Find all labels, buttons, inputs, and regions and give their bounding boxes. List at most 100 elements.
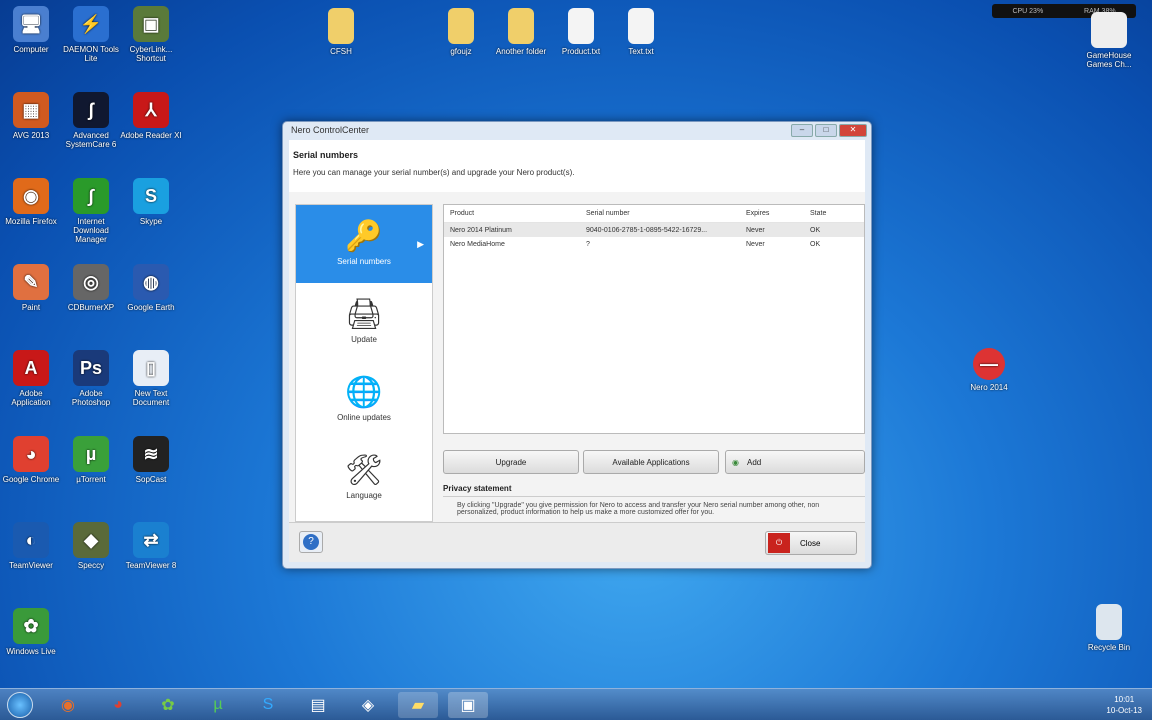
col-product[interactable]: Product [450, 210, 586, 217]
taskbar-skype[interactable]: S [248, 692, 288, 718]
title-bar[interactable]: Nero ControlCenter – □ ✕ [283, 122, 871, 140]
desktop-file[interactable]: Product.txt [550, 8, 612, 56]
taskbar-media[interactable]: ◈ [348, 692, 388, 718]
label: CFSH [330, 47, 352, 56]
windows-live-icon: ✿ [161, 697, 175, 714]
time: 10:01 [1114, 695, 1135, 704]
label: gfoujz [450, 47, 472, 56]
label: AVG 2013 [12, 131, 50, 140]
col-state[interactable]: State [810, 210, 826, 217]
desktop-icon[interactable]: ✿ Windows Live [0, 608, 62, 656]
sidebar-item-serial-numbers[interactable]: 🔑 Serial numbers ▶ [296, 205, 432, 283]
desktop-icon[interactable]: S Skype [120, 178, 182, 226]
label: Another folder [495, 47, 547, 56]
label: New Text Document [132, 389, 170, 407]
sidebar-item-language[interactable]: 🛠 Language [296, 439, 432, 517]
desktop-icon[interactable]: ∫ Internet Download Manager [60, 178, 122, 244]
close-button[interactable]: ⏻ Close [765, 531, 857, 555]
chrome-icon: ◕ [113, 696, 123, 713]
label: Advanced SystemCare 6 [65, 131, 117, 149]
desktop-icon[interactable]: ⚡ DAEMON Tools Lite [60, 6, 122, 63]
desktop-icon[interactable]: ⇄ TeamViewer 8 [120, 522, 182, 570]
folder-icon [448, 8, 474, 44]
label: Nero 2014 [970, 383, 1008, 392]
nero-icon: — [973, 348, 1005, 380]
desktop-icon-nero[interactable]: — Nero 2014 [958, 348, 1020, 392]
clock[interactable]: 10:01 10-Oct-13 [1106, 694, 1142, 716]
app-icon: ▯ [133, 350, 169, 386]
cell: 9040-0106-2785-1-0895-5422-16729... [586, 226, 708, 234]
desktop-icon-gamehouse[interactable]: GameHouse Games Ch... [1078, 12, 1140, 69]
desktop-icon[interactable]: ✎ Paint [0, 264, 62, 312]
desktop-folder[interactable]: Another folder [490, 8, 552, 56]
cpu-readout: CPU 23% [1012, 7, 1044, 15]
taskbar-utorrent[interactable]: µ [198, 692, 238, 718]
date: 10-Oct-13 [1106, 706, 1142, 715]
close-window-button[interactable]: ✕ [839, 124, 867, 137]
taskbar-windows-live[interactable]: ✿ [148, 692, 188, 718]
desktop-icon[interactable]: 🖥 Computer [0, 6, 62, 54]
label: Google Chrome [2, 475, 60, 484]
nero-icon: ▣ [460, 697, 476, 714]
taskbar-explorer[interactable]: ▰ [398, 692, 438, 718]
add-button[interactable]: ◉ Add [725, 450, 865, 474]
col-expires[interactable]: Expires [746, 210, 810, 217]
desktop-folder[interactable]: gfoujz [430, 8, 492, 56]
app-icon: ▤ [310, 697, 326, 714]
utorrent-icon: µ [213, 696, 223, 713]
privacy-section: Privacy statement By clicking "Upgrade" y… [443, 484, 865, 521]
desktop-icon[interactable]: ▣ CyberLink... Shortcut [120, 6, 182, 63]
desktop-icon[interactable]: ◆ Speccy [60, 522, 122, 570]
desktop-icon[interactable]: ◎ CDBurnerXP [60, 264, 122, 312]
label: Product.txt [561, 47, 601, 56]
maximize-button[interactable]: □ [815, 124, 837, 137]
desktop-icon[interactable]: ◉ Mozilla Firefox [0, 178, 62, 226]
desktop-icon-recycle-bin[interactable]: Recycle Bin [1078, 604, 1140, 652]
taskbar-app[interactable]: ▤ [298, 692, 338, 718]
media-icon: ◈ [361, 697, 375, 714]
folder-icon [508, 8, 534, 44]
label: Adobe Application [11, 389, 51, 407]
desktop-icon[interactable]: ▦ AVG 2013 [0, 92, 62, 140]
label: TeamViewer 8 [125, 561, 177, 570]
app-icon: ◎ [73, 264, 109, 300]
sidebar-item-online-updates[interactable]: 🌐 Online updates [296, 361, 432, 439]
cell: ? [586, 240, 590, 248]
app-icon: ʃ [73, 92, 109, 128]
help-button[interactable]: ? [299, 531, 323, 553]
taskbar-nero[interactable]: ▣ [448, 692, 488, 718]
desktop-icon[interactable]: ʃ Advanced SystemCare 6 [60, 92, 122, 149]
close-icon: ⏻ [768, 533, 790, 553]
minimize-button[interactable]: – [791, 124, 813, 137]
label: Internet Download Manager [73, 217, 109, 244]
table-row[interactable]: Nero 2014 Platinum 9040-0106-2785-1-0895-… [444, 223, 864, 237]
desktop-icon[interactable]: µ µTorrent [60, 436, 122, 484]
desktop-icon[interactable]: Ps Adobe Photoshop [60, 350, 122, 407]
label: Recycle Bin [1087, 643, 1131, 652]
desktop-icon[interactable]: ≋ SopCast [120, 436, 182, 484]
taskbar-firefox[interactable]: ◉ [48, 692, 88, 718]
desktop-folder[interactable]: CFSH [310, 8, 372, 56]
available-applications-button[interactable]: Available Applications [583, 450, 719, 474]
add-icon: ◉ [732, 457, 739, 467]
sidebar-item-update[interactable]: 🖨 Update [296, 283, 432, 361]
app-icon: ∫ [73, 178, 109, 214]
desktop-file[interactable]: Text.txt [610, 8, 672, 56]
taskbar-chrome[interactable]: ◕ [98, 692, 138, 718]
upgrade-button[interactable]: Upgrade [443, 450, 579, 474]
desktop-icon[interactable]: ◕ Google Chrome [0, 436, 62, 484]
col-serial[interactable]: Serial number [586, 210, 746, 217]
desktop-icon[interactable]: ▯ New Text Document [120, 350, 182, 407]
label: SopCast [135, 475, 167, 484]
label: Adobe Photoshop [71, 389, 111, 407]
footer: ? ⏻ Close [289, 522, 865, 562]
desktop-icon[interactable]: A Adobe Application [0, 350, 62, 407]
label: µTorrent [76, 475, 106, 484]
desktop-icon[interactable]: ◐ TeamViewer [0, 522, 62, 570]
table-row[interactable]: Nero MediaHome? Never OK [444, 237, 864, 251]
desktop-icon[interactable]: ⅄ Adobe Reader XI [120, 92, 182, 140]
app-icon: ✿ [13, 608, 49, 644]
taskbar: ◉ ◕ ✿ µ S ▤ ◈ ▰ ▣ 10:01 10-Oct-13 [0, 688, 1152, 720]
desktop-icon[interactable]: ◍ Google Earth [120, 264, 182, 312]
start-button[interactable] [2, 692, 38, 718]
